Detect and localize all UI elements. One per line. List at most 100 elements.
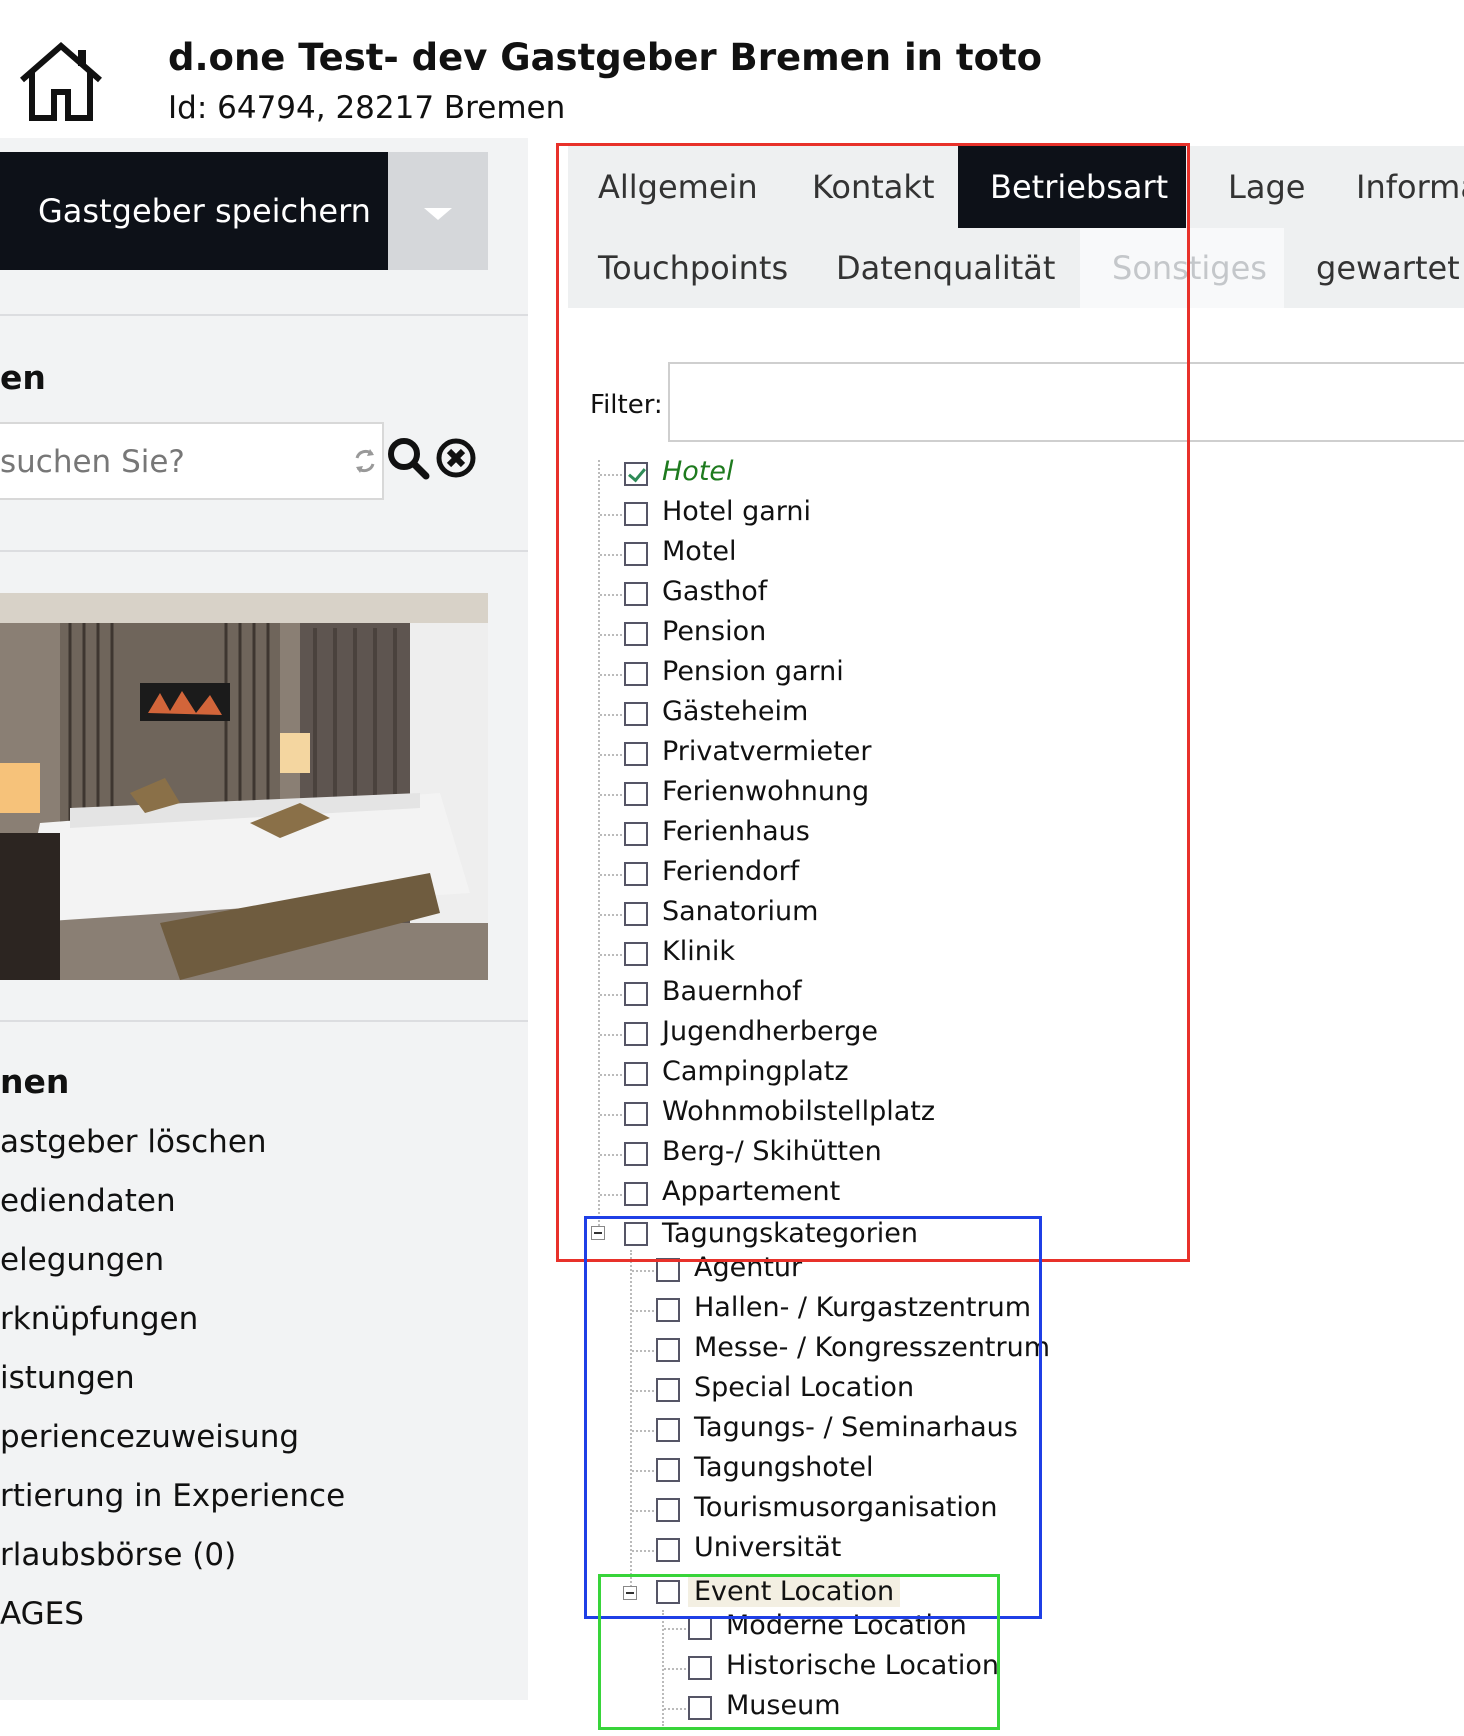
checkbox-wohnmobilstellplatz[interactable] [624, 1102, 648, 1126]
collapse-toggle-event-location[interactable] [623, 1586, 637, 1600]
checkbox-special-location[interactable] [656, 1378, 680, 1402]
node-label-universität[interactable]: Universität [694, 1532, 841, 1563]
collapse-toggle-tagungskategorien[interactable] [591, 1226, 605, 1240]
tab-gewartet[interactable]: gewartet o [1284, 228, 1464, 308]
tree-connector [664, 1628, 686, 1630]
checkbox-museum[interactable] [688, 1696, 712, 1720]
tab-informationen[interactable]: Informa [1310, 146, 1464, 228]
tab-lage[interactable]: Lage [1186, 146, 1310, 228]
tab-sonstiges[interactable]: Sonstiges [1080, 228, 1284, 308]
node-label-motel[interactable]: Motel [662, 536, 737, 567]
checkbox-historische-location[interactable] [688, 1656, 712, 1680]
save-host-button[interactable]: Gastgeber speichern [0, 152, 388, 270]
tree-connector [664, 1668, 686, 1670]
node-label-museum[interactable]: Museum [726, 1690, 841, 1721]
node-label-bauernhof[interactable]: Bauernhof [662, 976, 802, 1007]
checkbox-sanatorium[interactable] [624, 902, 648, 926]
node-label-campingplatz[interactable]: Campingplatz [662, 1056, 849, 1087]
checkbox-jugendherberge[interactable] [624, 1022, 648, 1046]
checkbox-campingplatz[interactable] [624, 1062, 648, 1086]
tab-datenqualitaet[interactable]: Datenqualität [806, 228, 1080, 308]
node-label-historische-location[interactable]: Historische Location [726, 1650, 999, 1681]
checkbox-universität[interactable] [656, 1538, 680, 1562]
tree-connector [600, 794, 622, 796]
search-input[interactable]: suchen Sie? [0, 422, 384, 500]
checkbox-hotel[interactable] [624, 462, 648, 486]
host-photo[interactable] [0, 593, 488, 980]
action-delete-host[interactable]: astgeber löschen [0, 1124, 267, 1160]
node-label-tourismusorganisation[interactable]: Tourismusorganisation [694, 1492, 997, 1523]
node-label-ferienhaus[interactable]: Ferienhaus [662, 816, 810, 847]
node-label-messe-kongresszentrum[interactable]: Messe- / Kongresszentrum [694, 1332, 1050, 1363]
node-label-gästeheim[interactable]: Gästeheim [662, 696, 808, 727]
checkbox-agentur[interactable] [656, 1258, 680, 1282]
checkbox-tagungshotel[interactable] [656, 1458, 680, 1482]
page-header: d.one Test- dev Gastgeber Bremen in toto… [0, 0, 1464, 138]
checkbox-event-location[interactable] [656, 1580, 680, 1604]
tree-connector [632, 1510, 654, 1512]
node-label-gasthof[interactable]: Gasthof [662, 576, 767, 607]
tab-touchpoints[interactable]: Touchpoints [568, 228, 806, 308]
checkbox-tagungskategorien[interactable] [624, 1222, 648, 1246]
node-label-special-location[interactable]: Special Location [694, 1372, 914, 1403]
node-label-berg-skihütten[interactable]: Berg-/ Skihütten [662, 1136, 882, 1167]
action-sorting-experience[interactable]: rtierung in Experience [0, 1478, 345, 1514]
checkbox-feriendorf[interactable] [624, 862, 648, 886]
node-label-privatvermieter[interactable]: Privatvermieter [662, 736, 871, 767]
action-bookings[interactable]: elegungen [0, 1242, 164, 1278]
node-label-hallen-kurgastzentrum[interactable]: Hallen- / Kurgastzentrum [694, 1292, 1031, 1323]
save-options-dropdown[interactable] [388, 152, 488, 270]
action-links[interactable]: rknüpfungen [0, 1301, 198, 1337]
node-label-tagungskategorien[interactable]: Tagungskategorien [662, 1218, 918, 1249]
search-icon[interactable] [386, 436, 430, 480]
action-experience-assignment[interactable]: periencezuweisung [0, 1419, 299, 1455]
checkbox-hotel-garni[interactable] [624, 502, 648, 526]
checkbox-appartement[interactable] [624, 1182, 648, 1206]
home-icon[interactable] [16, 40, 106, 122]
node-label-pension[interactable]: Pension [662, 616, 766, 647]
checkbox-bauernhof[interactable] [624, 982, 648, 1006]
node-label-ferienwohnung[interactable]: Ferienwohnung [662, 776, 869, 807]
node-label-hotel-garni[interactable]: Hotel garni [662, 496, 811, 527]
checkbox-tourismusorganisation[interactable] [656, 1498, 680, 1522]
checkbox-motel[interactable] [624, 542, 648, 566]
checkbox-gästeheim[interactable] [624, 702, 648, 726]
checkbox-hallen-kurgastzentrum[interactable] [656, 1298, 680, 1322]
checkbox-tagungs-seminarhaus[interactable] [656, 1418, 680, 1442]
node-label-sanatorium[interactable]: Sanatorium [662, 896, 818, 927]
tree-connector [600, 474, 622, 476]
clear-icon[interactable] [436, 438, 476, 478]
node-label-pension-garni[interactable]: Pension garni [662, 656, 844, 687]
checkbox-ferienwohnung[interactable] [624, 782, 648, 806]
tab-allgemein[interactable]: Allgemein [568, 146, 784, 228]
node-label-jugendherberge[interactable]: Jugendherberge [662, 1016, 878, 1047]
node-label-tagungshotel[interactable]: Tagungshotel [694, 1452, 873, 1483]
checkbox-pension[interactable] [624, 622, 648, 646]
node-label-tagungs-seminarhaus[interactable]: Tagungs- / Seminarhaus [694, 1412, 1018, 1443]
checkbox-privatvermieter[interactable] [624, 742, 648, 766]
refresh-icon[interactable] [350, 446, 380, 476]
action-pages[interactable]: AGES [0, 1596, 84, 1632]
node-label-moderne-location[interactable]: Moderne Location [726, 1610, 967, 1641]
node-label-agentur[interactable]: Agentur [694, 1252, 802, 1283]
checkbox-moderne-location[interactable] [688, 1616, 712, 1640]
checkbox-klinik[interactable] [624, 942, 648, 966]
checkbox-gasthof[interactable] [624, 582, 648, 606]
checkbox-ferienhaus[interactable] [624, 822, 648, 846]
node-label-appartement[interactable]: Appartement [662, 1176, 840, 1207]
checkbox-messe-kongresszentrum[interactable] [656, 1338, 680, 1362]
node-label-event-location[interactable]: Event Location [688, 1576, 901, 1607]
node-label-klinik[interactable]: Klinik [662, 936, 735, 967]
action-media-data[interactable]: ediendaten [0, 1183, 176, 1219]
action-services[interactable]: istungen [0, 1360, 135, 1396]
tab-kontakt[interactable]: Kontakt [784, 146, 942, 228]
tree-guide [598, 460, 600, 1234]
node-label-wohnmobilstellplatz[interactable]: Wohnmobilstellplatz [662, 1096, 935, 1127]
checkbox-berg-skihütten[interactable] [624, 1142, 648, 1166]
node-label-hotel[interactable]: Hotel [662, 456, 734, 487]
action-holiday-exchange[interactable]: rlaubsbörse (0) [0, 1537, 236, 1573]
tab-betriebsart[interactable]: Betriebsart [958, 146, 1186, 228]
node-label-feriendorf[interactable]: Feriendorf [662, 856, 799, 887]
filter-input[interactable] [668, 362, 1464, 442]
checkbox-pension-garni[interactable] [624, 662, 648, 686]
